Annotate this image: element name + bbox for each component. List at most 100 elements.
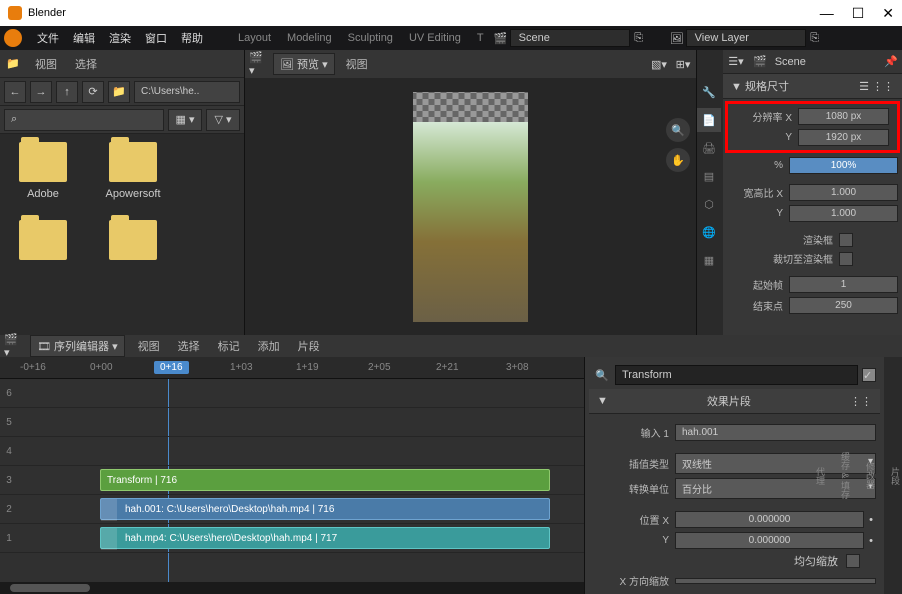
strip-hah[interactable]: hah.mp4: C:\Users\hero\Desktop\hah.mp4 |… <box>100 527 550 549</box>
editor-type-icon[interactable]: 🎬▾ <box>4 337 22 355</box>
filter-button[interactable]: ▽ ▾ <box>206 109 240 131</box>
scene-icon: 🎬 <box>492 29 510 47</box>
preview-view-menu[interactable]: 视图 <box>341 56 373 72</box>
menu-window[interactable]: 窗口 <box>138 30 174 46</box>
track-label: 2 <box>0 504 18 515</box>
preview-mode[interactable]: 🖼 预览 ▾ <box>273 53 335 75</box>
path-field[interactable]: C:\Users\he.. <box>134 81 240 103</box>
strip-transform[interactable]: Transform | 716 <box>100 469 550 491</box>
scene-selector[interactable]: Scene <box>510 29 630 47</box>
pin-icon[interactable]: 📌 <box>884 55 898 68</box>
workspace-modeling[interactable]: Modeling <box>279 32 340 44</box>
window-titlebar: Blender — ☐ ✕ <box>0 0 902 26</box>
copy-viewlayer-icon[interactable]: ⎘ <box>806 29 824 47</box>
filter-icon[interactable]: 🔍 <box>593 366 611 384</box>
aspect-y-label: Y <box>727 208 787 219</box>
tab-world-icon[interactable]: 🌐 <box>697 220 721 244</box>
nav-refresh-button[interactable]: ⟳ <box>82 81 104 103</box>
render-border-checkbox[interactable] <box>839 233 853 247</box>
pos-x-field[interactable]: 0.000000 <box>675 511 864 528</box>
side-tab-modifier[interactable]: 修改器 <box>864 361 877 590</box>
effect-panel-header[interactable]: ▼ 效果片段⋮⋮ <box>589 389 880 414</box>
seq-add-menu[interactable]: 添加 <box>253 338 285 354</box>
tab-object-icon[interactable]: ▦ <box>697 248 721 272</box>
zoom-tool-icon[interactable]: 🔍 <box>666 118 690 142</box>
minimize-button[interactable]: — <box>820 5 834 22</box>
workspace-more[interactable]: T <box>469 32 492 44</box>
shading-icon[interactable]: ▧▾ <box>650 55 668 73</box>
display-mode-button[interactable]: ▦ ▾ <box>168 109 202 131</box>
timeline-ruler[interactable]: -0+16 0+00 0+16 1+03 1+19 2+05 2+21 3+08 <box>0 357 584 379</box>
tracks-area[interactable]: 6 5 4 3 Transform | 716 2 hah.001: C:\Us… <box>0 379 584 582</box>
maximize-button[interactable]: ☐ <box>852 5 865 22</box>
folder-item[interactable] <box>8 220 78 266</box>
folder-item[interactable] <box>98 220 168 266</box>
tab-scene-icon[interactable]: ⬡ <box>697 192 721 216</box>
side-tab-proxy[interactable]: 代理 <box>814 361 827 590</box>
viewlayer-selector[interactable]: View Layer <box>686 29 806 47</box>
scrollbar-thumb[interactable] <box>10 584 90 592</box>
pan-tool-icon[interactable]: ✋ <box>666 148 690 172</box>
tab-view-icon[interactable]: ▤ <box>697 164 721 188</box>
strip-hah001[interactable]: hah.001: C:\Users\hero\Desktop\hah.mp4 |… <box>100 498 550 520</box>
seq-marker-menu[interactable]: 标记 <box>213 338 245 354</box>
menu-help[interactable]: 帮助 <box>174 30 210 46</box>
menu-file[interactable]: 文件 <box>30 30 66 46</box>
ruler-tick: -0+16 <box>20 362 46 373</box>
side-tab-strip[interactable]: 片段 <box>889 361 902 590</box>
input-label: 输入 1 <box>593 425 673 440</box>
tab-tool-icon[interactable]: 🔧 <box>697 80 721 104</box>
crop-border-checkbox[interactable] <box>839 252 853 266</box>
folder-item-adobe[interactable]: Adobe <box>8 142 78 200</box>
res-x-field[interactable]: 1080 px <box>798 108 889 125</box>
folder-item-apowersoft[interactable]: Apowersoft <box>98 142 168 200</box>
aspect-x-field[interactable]: 1.000 <box>789 184 898 201</box>
file-view-menu[interactable]: 视图 <box>30 56 62 72</box>
workspace-uvediting[interactable]: UV Editing <box>401 32 469 44</box>
seq-strip-menu[interactable]: 片段 <box>293 338 325 354</box>
strip-handle-left[interactable] <box>101 528 117 550</box>
editor-type-icon[interactable]: 🎬▾ <box>249 55 267 73</box>
strip-label: Transform | 716 <box>107 475 177 486</box>
res-y-field[interactable]: 1920 px <box>798 129 889 146</box>
ruler-tick: 2+05 <box>368 362 391 373</box>
strip-handle-left[interactable] <box>101 499 117 521</box>
outliner-scene[interactable]: Scene <box>775 56 806 68</box>
preview-viewport[interactable]: 🔍 ✋ <box>245 78 696 335</box>
pos-y-field[interactable]: 0.000000 <box>675 532 864 549</box>
seq-mode-dropdown[interactable]: 🎞 序列编辑器 ▾ <box>30 335 125 357</box>
menu-edit[interactable]: 编辑 <box>66 30 102 46</box>
nav-forward-button[interactable]: → <box>30 81 52 103</box>
seq-select-menu[interactable]: 选择 <box>173 338 205 354</box>
side-tab-cache[interactable]: 缓存 & 填存 <box>839 361 852 590</box>
tab-output-icon[interactable]: 📄 <box>697 108 721 132</box>
outliner-icon[interactable]: ☰▾ <box>727 53 745 71</box>
aspect-y-field[interactable]: 1.000 <box>789 205 898 222</box>
timeline-scrollbar[interactable] <box>0 582 584 594</box>
resolution-highlight: 分辨率 X 1080 px Y 1920 px <box>725 101 900 153</box>
track-label: 3 <box>0 475 18 486</box>
end-frame-field[interactable]: 250 <box>789 297 898 314</box>
timeline-area[interactable]: -0+16 0+00 0+16 1+03 1+19 2+05 2+21 3+08… <box>0 357 584 594</box>
nav-up-button[interactable]: ↑ <box>56 81 78 103</box>
overlay-icon[interactable]: ⊞▾ <box>674 55 692 73</box>
crop-border-label: 裁切至渲染框 <box>727 251 837 266</box>
search-field[interactable]: ⌕ <box>4 109 164 131</box>
nav-back-button[interactable]: ← <box>4 81 26 103</box>
file-browser-icon[interactable]: 📁 <box>4 55 22 73</box>
nav-newfolder-button[interactable]: 📁 <box>108 81 130 103</box>
menu-render[interactable]: 渲染 <box>102 30 138 46</box>
pct-field[interactable]: 100% <box>789 157 898 174</box>
close-button[interactable]: ✕ <box>882 5 894 22</box>
workspace-sculpting[interactable]: Sculpting <box>340 32 401 44</box>
seq-view-menu[interactable]: 视图 <box>133 338 165 354</box>
start-frame-field[interactable]: 1 <box>789 276 898 293</box>
playhead[interactable]: 0+16 <box>154 361 189 374</box>
file-select-menu[interactable]: 选择 <box>70 56 102 72</box>
pct-label: % <box>727 160 787 171</box>
workspace-layout[interactable]: Layout <box>230 32 279 44</box>
search-icon: ⌕ <box>11 113 17 126</box>
copy-scene-icon[interactable]: ⎘ <box>630 29 648 47</box>
tab-render-icon[interactable]: 🖨 <box>697 136 721 160</box>
dimensions-panel-header[interactable]: ▼ 规格尺寸 ☰ ⋮⋮ <box>723 74 902 99</box>
